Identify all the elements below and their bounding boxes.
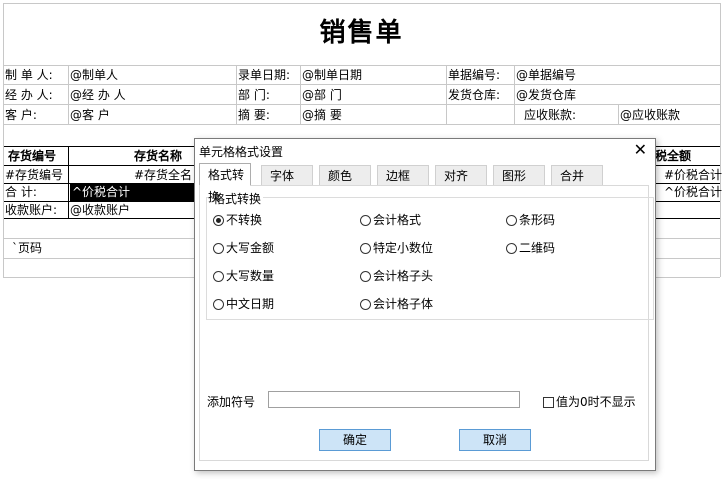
tab-format-convert[interactable]: 格式转换 [199,163,251,204]
item-name-field[interactable]: #存货全名 [134,166,192,184]
tax-total-field[interactable]: #价税合计 [664,166,722,184]
gridline [68,146,69,218]
radio-checked-icon [213,215,224,226]
radio-unchecked-icon [506,243,517,254]
column-header-name: 存货名称 [134,149,183,163]
report-title: 销售单 [319,18,404,48]
radio-unchecked-icon [360,243,371,254]
zero-hide-checkbox[interactable]: 值为0时不显示 [543,393,636,410]
warehouse-field[interactable]: @发货仓库 [516,86,576,104]
checkbox-unchecked-icon [543,397,554,408]
close-icon[interactable]: ✕ [634,141,647,159]
account-field[interactable]: @收款账户 [70,201,130,219]
radio-unchecked-icon [506,215,517,226]
gridline [3,84,720,85]
radio-qrcode[interactable]: 二维码 [506,240,555,256]
account-label: 收款账户: [5,203,58,217]
customer-field[interactable]: @客 户 [70,106,110,124]
radio-uppercase-amount[interactable]: 大写金额 [213,240,274,256]
handler-label: 经 办 人: [5,88,53,102]
radio-unchecked-icon [360,215,371,226]
format-convert-group: 格式转换 不转换 会计格式 条形码 大写金额 特定小数位 二维码 大写数量 会计… [206,190,654,320]
page-code-field[interactable]: `页码 [12,239,42,257]
entry-date-field[interactable]: @制单日期 [302,66,362,84]
add-symbol-input[interactable] [268,391,520,408]
entry-date-label: 录单日期: [238,68,291,82]
radio-label: 大写数量 [226,269,275,283]
doc-number-field[interactable]: @单据编号 [516,66,576,84]
gridline [514,65,515,124]
column-header-tax-total: 税全额 [655,149,692,163]
department-label: 部 门: [238,88,270,102]
total-value: ^价税合计 [72,185,131,199]
radio-label: 会计格子头 [373,269,434,283]
receivable-field[interactable]: @应收账款 [620,106,680,124]
creator-label: 制 单 人: [5,68,53,82]
gridline [3,104,720,105]
ok-button[interactable]: 确定 [319,429,391,451]
radio-label: 中文日期 [226,297,275,311]
gridline [68,65,69,124]
tab-border[interactable]: 边框 [377,165,429,185]
tab-align[interactable]: 对齐 [435,165,487,185]
radio-label: 会计格式 [373,213,422,227]
warehouse-label: 发货仓库: [448,88,501,102]
radio-label: 不转换 [226,213,263,227]
selected-total-cell[interactable]: ^价税合计 [70,184,200,201]
cancel-button[interactable]: 取消 [459,429,531,451]
gridline [618,104,619,124]
radio-accounting-grid-head[interactable]: 会计格子头 [360,268,433,284]
department-field[interactable]: @部 门 [302,86,342,104]
radio-label: 会计格子体 [373,297,434,311]
radio-label: 条形码 [519,213,556,227]
radio-label: 特定小数位 [373,241,434,255]
radio-label: 大写金额 [226,241,275,255]
tab-merge[interactable]: 合并 [551,165,603,185]
total-label: 合 计: [5,185,37,199]
radio-uppercase-quantity[interactable]: 大写数量 [213,268,274,284]
tab-font[interactable]: 字体 [261,165,313,185]
radio-accounting-grid-body[interactable]: 会计格子体 [360,296,433,312]
summary-field[interactable]: @摘 要 [302,106,342,124]
radio-no-convert[interactable]: 不转换 [213,212,262,228]
tab-color[interactable]: 颜色 [319,165,371,185]
add-symbol-label: 添加符号 [207,395,256,409]
radio-specific-decimals[interactable]: 特定小数位 [360,240,433,256]
customer-label: 客 户: [5,108,37,122]
tab-graphic[interactable]: 图形 [493,165,545,185]
radio-unchecked-icon [360,299,371,310]
radio-unchecked-icon [213,271,224,282]
gridline [236,65,237,124]
doc-number-label: 单据编号: [448,68,501,82]
gridline [300,65,301,124]
radio-unchecked-icon [360,271,371,282]
summary-label: 摘 要: [238,108,270,122]
receivable-label: 应收账款: [524,108,577,122]
item-code-field[interactable]: #存货编号 [5,166,63,184]
gridline [3,3,720,4]
cell-format-dialog: 单元格格式设置 ✕ 格式转换 字体 颜色 边框 对齐 图形 合并 格式转换 不转… [194,138,656,471]
zero-hide-label: 值为0时不显示 [556,395,636,409]
radio-unchecked-icon [213,243,224,254]
handler-field[interactable]: @经 办 人 [70,86,126,104]
creator-field[interactable]: @制单人 [70,66,118,84]
tab-panel: 格式转换 不转换 会计格式 条形码 大写金额 特定小数位 二维码 大写数量 会计… [199,185,654,461]
radio-unchecked-icon [213,299,224,310]
dialog-title: 单元格格式设置 [199,145,284,159]
gridline [446,65,447,124]
column-header-code: 存货编号 [8,149,57,163]
radio-barcode[interactable]: 条形码 [506,212,555,228]
radio-chinese-date[interactable]: 中文日期 [213,296,274,312]
gridline [3,124,720,125]
radio-label: 二维码 [519,241,556,255]
total-right-field[interactable]: ^价税合计 [664,183,722,201]
radio-accounting-format[interactable]: 会计格式 [360,212,421,228]
